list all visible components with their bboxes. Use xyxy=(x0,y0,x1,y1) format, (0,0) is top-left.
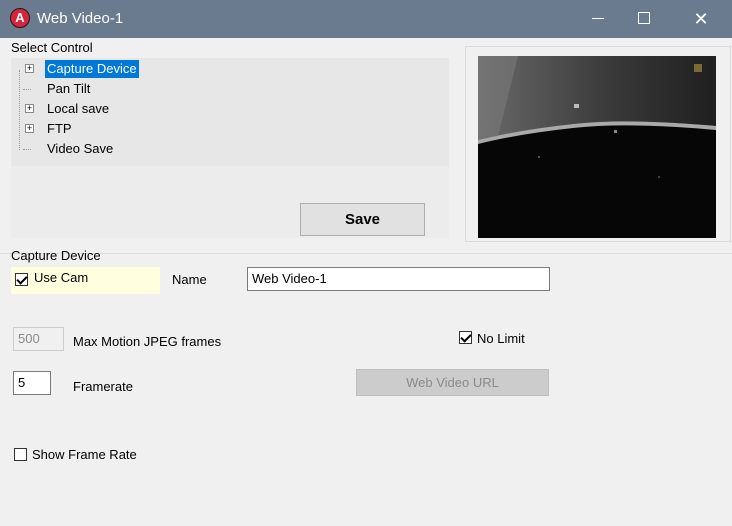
control-tree[interactable]: + Capture Device Pan Tilt + Local save +… xyxy=(11,58,449,166)
save-button[interactable]: Save xyxy=(300,203,425,236)
no-limit-checkbox[interactable] xyxy=(459,331,472,344)
expand-icon[interactable]: + xyxy=(25,124,34,133)
close-button[interactable]: ✕ xyxy=(678,0,724,38)
minimize-button[interactable] xyxy=(576,0,622,38)
camera-preview xyxy=(478,56,716,238)
close-icon: ✕ xyxy=(693,9,709,29)
tree-item-label: Local save xyxy=(47,101,110,116)
framerate-input[interactable]: 5 xyxy=(13,371,51,395)
tree-connector xyxy=(19,70,20,150)
show-frame-rate-checkbox[interactable] xyxy=(14,448,27,461)
tree-item-label: Pan Tilt xyxy=(47,81,91,96)
expand-icon[interactable]: + xyxy=(25,104,34,113)
tree-item-label: Video Save xyxy=(47,141,114,156)
window-title: Web Video-1 xyxy=(37,10,124,27)
tree-item-label: FTP xyxy=(47,121,72,136)
name-label: Name xyxy=(172,272,207,287)
tree-connector xyxy=(23,89,31,90)
max-frames-label: Max Motion JPEG frames xyxy=(73,334,222,349)
camera-image xyxy=(478,56,716,238)
maximize-icon xyxy=(638,12,650,24)
select-control-label: Select Control xyxy=(11,40,93,55)
expand-icon[interactable]: + xyxy=(25,64,34,73)
use-cam-checkbox[interactable] xyxy=(15,273,28,286)
tree-connector xyxy=(23,149,31,150)
section-divider xyxy=(0,253,732,254)
framerate-label: Framerate xyxy=(73,379,133,394)
capture-device-section-label: Capture Device xyxy=(11,248,101,263)
name-input[interactable]: Web Video-1 xyxy=(247,267,550,291)
app-logo-icon: A xyxy=(10,8,30,28)
max-frames-input[interactable]: 500 xyxy=(13,327,64,351)
show-frame-rate-label: Show Frame Rate xyxy=(32,447,137,462)
use-cam-label: Use Cam xyxy=(34,270,89,285)
maximize-button[interactable] xyxy=(622,0,668,38)
tree-item-label: Capture Device xyxy=(45,60,139,78)
no-limit-label: No Limit xyxy=(477,331,525,346)
minimize-icon xyxy=(592,18,604,19)
web-video-url-button[interactable]: Web Video URL xyxy=(356,369,549,396)
title-bar[interactable]: A Web Video-1 ✕ xyxy=(0,0,732,38)
